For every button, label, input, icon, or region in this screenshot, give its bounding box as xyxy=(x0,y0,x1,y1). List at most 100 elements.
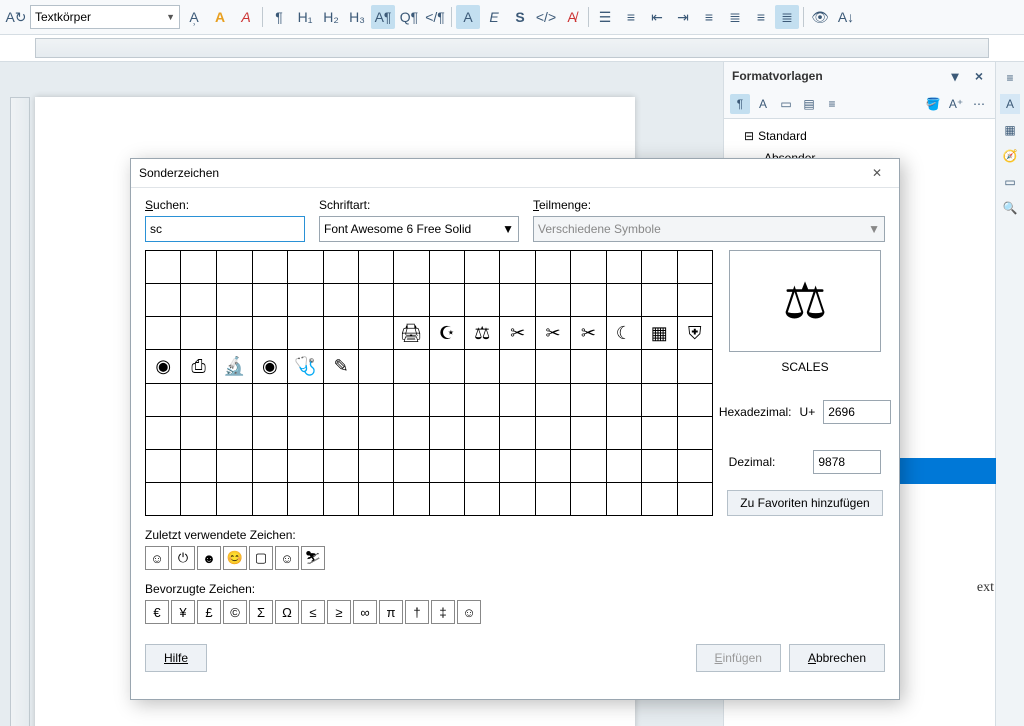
font-dropdown[interactable]: Font Awesome 6 Free Solid▼ xyxy=(319,216,519,242)
char-chip[interactable]: † xyxy=(405,600,429,624)
char-cell[interactable] xyxy=(429,284,464,317)
quote-icon[interactable]: Q¶ xyxy=(397,5,421,29)
gallery-tab-icon[interactable]: ▦ xyxy=(1000,120,1020,140)
char-cell[interactable] xyxy=(288,416,324,449)
char-chip[interactable]: ⏻ xyxy=(171,546,195,570)
char-cell[interactable] xyxy=(323,383,358,416)
char-cell[interactable] xyxy=(216,284,252,317)
char-cell[interactable] xyxy=(323,284,358,317)
char-cell[interactable]: ✂ xyxy=(500,317,535,350)
char-cell[interactable] xyxy=(181,284,216,317)
char-cell[interactable]: ✂ xyxy=(571,317,606,350)
char-cell[interactable] xyxy=(429,416,464,449)
char-cell[interactable] xyxy=(500,416,535,449)
char-cell[interactable] xyxy=(181,416,216,449)
char-cell[interactable] xyxy=(323,449,358,482)
dialog-close-button[interactable]: ✕ xyxy=(863,163,891,183)
italic-icon[interactable]: E xyxy=(482,5,506,29)
char-cell[interactable] xyxy=(535,482,570,515)
highlight-icon[interactable]: A xyxy=(208,5,232,29)
align-left-icon[interactable]: ≡ xyxy=(697,5,721,29)
bullet-list-icon[interactable]: ☰ xyxy=(593,5,617,29)
char-cell[interactable] xyxy=(606,350,641,383)
char-cell[interactable] xyxy=(642,449,678,482)
char-cell[interactable] xyxy=(393,416,429,449)
char-cell[interactable]: 🔬 xyxy=(216,350,252,383)
char-chip[interactable]: Σ xyxy=(249,600,273,624)
char-cell[interactable] xyxy=(642,383,678,416)
pre-icon[interactable]: </¶ xyxy=(423,5,447,29)
align-center-icon[interactable]: ≣ xyxy=(723,5,747,29)
char-cell[interactable] xyxy=(323,317,358,350)
char-cell[interactable] xyxy=(181,449,216,482)
char-cell[interactable] xyxy=(606,383,641,416)
char-cell[interactable] xyxy=(677,449,712,482)
char-cell[interactable] xyxy=(252,416,287,449)
char-cell[interactable] xyxy=(252,251,287,284)
update-style-icon[interactable]: A↻ xyxy=(4,5,28,29)
char-cell[interactable] xyxy=(500,251,535,284)
char-cell[interactable] xyxy=(677,350,712,383)
char-chip[interactable]: π xyxy=(379,600,403,624)
char-cell[interactable] xyxy=(146,482,181,515)
char-chip[interactable]: ≥ xyxy=(327,600,351,624)
hex-input[interactable] xyxy=(823,400,891,424)
char-chip[interactable]: ¥ xyxy=(171,600,195,624)
char-cell[interactable] xyxy=(323,416,358,449)
char-cell[interactable] xyxy=(252,449,287,482)
char-cell[interactable] xyxy=(359,251,393,284)
char-chip[interactable]: ⛷ xyxy=(301,546,325,570)
char-cell[interactable] xyxy=(216,383,252,416)
sidebar-close-icon[interactable]: × xyxy=(971,68,987,84)
char-styles-icon[interactable]: A xyxy=(753,94,773,114)
char-cell[interactable] xyxy=(181,482,216,515)
char-cell[interactable] xyxy=(146,284,181,317)
char-cell[interactable]: ⛨ xyxy=(677,317,712,350)
default-char-icon[interactable]: A xyxy=(456,5,480,29)
char-cell[interactable] xyxy=(393,350,429,383)
char-cell[interactable] xyxy=(288,317,324,350)
style-actions-icon[interactable]: ⋯ xyxy=(969,94,989,114)
char-chip[interactable]: ‡ xyxy=(431,600,455,624)
number-list-icon[interactable]: ≡ xyxy=(619,5,643,29)
char-cell[interactable] xyxy=(642,284,678,317)
char-cell[interactable] xyxy=(393,482,429,515)
char-cell[interactable] xyxy=(146,317,181,350)
horizontal-ruler[interactable] xyxy=(35,38,989,58)
char-cell[interactable] xyxy=(288,449,324,482)
char-cell[interactable] xyxy=(252,482,287,515)
char-cell[interactable] xyxy=(429,251,464,284)
char-cell[interactable] xyxy=(500,284,535,317)
indent-icon[interactable]: ⇥ xyxy=(671,5,695,29)
char-cell[interactable] xyxy=(465,449,500,482)
char-cell[interactable] xyxy=(571,482,606,515)
inspect-tab-icon[interactable]: 🔍 xyxy=(1000,198,1020,218)
properties-tab-icon[interactable]: ≡ xyxy=(1000,68,1020,88)
char-cell[interactable] xyxy=(500,482,535,515)
cancel-button[interactable]: Abbrechen xyxy=(789,644,885,672)
char-cell[interactable] xyxy=(146,449,181,482)
char-cell[interactable] xyxy=(216,317,252,350)
char-cell[interactable] xyxy=(429,449,464,482)
char-cell[interactable] xyxy=(677,383,712,416)
char-cell[interactable]: ☪ xyxy=(429,317,464,350)
char-cell[interactable] xyxy=(288,284,324,317)
help-button[interactable]: Hilfe xyxy=(145,644,207,672)
para-styles-icon[interactable]: ¶ xyxy=(730,94,750,114)
char-cell[interactable]: ⚖ xyxy=(465,317,500,350)
char-cell[interactable] xyxy=(571,449,606,482)
sidebar-menu-icon[interactable]: ▾ xyxy=(947,68,963,84)
char-chip[interactable]: Ω xyxy=(275,600,299,624)
char-chip[interactable]: ▢ xyxy=(249,546,273,570)
char-cell[interactable] xyxy=(393,251,429,284)
clone-format-icon[interactable]: A↓ xyxy=(834,5,858,29)
char-cell[interactable] xyxy=(571,416,606,449)
char-cell[interactable]: ◉ xyxy=(146,350,181,383)
char-cell[interactable]: ◉ xyxy=(252,350,287,383)
char-cell[interactable] xyxy=(642,350,678,383)
char-cell[interactable] xyxy=(216,449,252,482)
char-cell[interactable] xyxy=(571,251,606,284)
char-cell[interactable] xyxy=(465,482,500,515)
dec-input[interactable] xyxy=(813,450,881,474)
page-tab-icon[interactable]: ▭ xyxy=(1000,172,1020,192)
